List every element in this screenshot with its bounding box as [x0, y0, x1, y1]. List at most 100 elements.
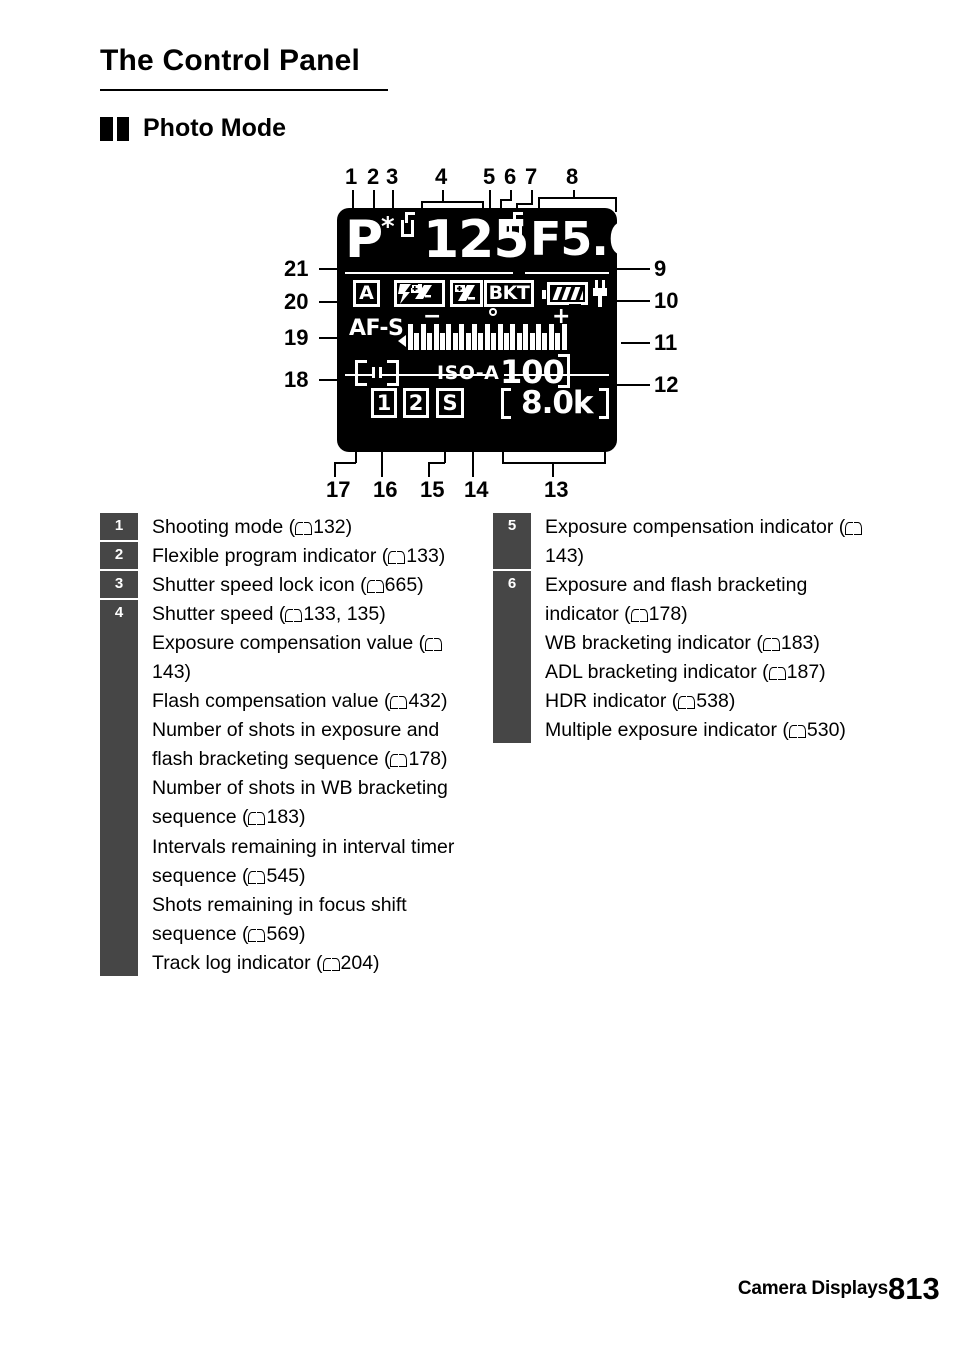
exposure-scale-tick	[478, 333, 484, 350]
leader-13-left	[502, 451, 504, 463]
exposure-scale-tick	[452, 333, 458, 350]
leader-13-bar	[502, 462, 606, 464]
legend-entry-line: WB bracketing indicator (183)	[545, 632, 820, 655]
exposure-scale-tick	[529, 333, 535, 350]
aperture-lock-icon	[509, 212, 523, 237]
exposure-scale-tick	[420, 324, 426, 350]
exposure-scale-tick	[472, 324, 477, 350]
book-reference-icon	[788, 724, 806, 739]
lcd-iso-value: 100	[500, 353, 565, 391]
exposure-scale-tick	[561, 324, 567, 350]
page-title-underline	[100, 89, 388, 91]
exposure-scale-tick	[555, 333, 561, 350]
legend-number-badge: 1	[100, 513, 138, 543]
legend-entry-line: Flexible program indicator (133)	[152, 545, 446, 568]
footer-page-number: 813	[888, 1271, 940, 1306]
exposure-scale-tick	[484, 324, 490, 350]
legend-rows-left: 1 Shooting mode (132) 2 Flexible program in…	[100, 513, 475, 979]
exposure-scale-tick	[491, 333, 497, 350]
battery-icon	[542, 282, 588, 305]
callout-3: 3	[386, 164, 399, 189]
legend-row: 2 Flexible program indicator (133)	[100, 542, 475, 572]
leader-16	[381, 450, 383, 477]
callout-8: 8	[566, 164, 579, 189]
book-reference-icon	[630, 608, 648, 623]
legend-row: 4 Shutter speed (133, 135) Exposure compen…	[100, 600, 475, 979]
leader-11	[621, 342, 650, 344]
lcd-divider-b	[525, 272, 609, 274]
book-reference-icon	[248, 928, 266, 942]
callout-6: 6	[504, 164, 517, 189]
lcd-card-slot-1: 1	[371, 388, 397, 418]
book-reference-icon	[285, 608, 303, 623]
exposure-indicator-scale	[408, 324, 568, 350]
legend-entry-line: Number of shots in exposure and flash br…	[152, 719, 448, 771]
legend-entry-line: Exposure compensation value (143)	[152, 629, 475, 687]
book-reference-icon	[295, 521, 313, 535]
legend-entry-line: Shots remaining in focus shift sequence …	[152, 893, 407, 945]
exposure-scale-tick	[427, 333, 433, 350]
leader-13-right	[604, 451, 606, 463]
legend-column-left: 1 Shooting mode (132) 2 Flexible program in…	[100, 513, 475, 979]
callout-7: 7	[525, 164, 538, 189]
lcd-shooting-mode: P	[345, 210, 383, 270]
section-heading-label: Photo Mode	[143, 114, 287, 142]
book-reference-icon	[322, 957, 340, 971]
book-reference-icon	[390, 753, 408, 768]
legend-entry-line: Track log indicator (204)	[152, 951, 380, 974]
callout-18: 18	[284, 367, 309, 392]
leader-15	[428, 463, 430, 477]
lcd-metering-mode: A	[353, 280, 380, 307]
iso-right-bracket	[558, 354, 570, 388]
legend-entry-text: Shutter speed lock icon (665)	[138, 571, 475, 600]
exposure-scale-tick	[497, 324, 503, 350]
exposure-scale-tick	[408, 324, 413, 350]
callout-12: 12	[654, 372, 679, 397]
book-reference-icon	[845, 521, 863, 535]
exposure-zero-marker	[489, 308, 497, 316]
exposure-scale-tick	[446, 324, 452, 350]
book-reference-icon	[248, 811, 266, 826]
lcd-aperture: F5.6	[530, 212, 617, 266]
book-reference-icon	[768, 666, 786, 681]
callout-4: 4	[435, 164, 448, 189]
callout-20: 20	[284, 289, 309, 314]
lcd-bracketing-indicator: BKT	[484, 280, 534, 307]
book-reference-icon	[390, 695, 408, 710]
lcd-frames-remaining: 8.0k	[521, 385, 594, 421]
exposure-scale-tick	[433, 324, 439, 350]
exposure-scale-tick	[523, 324, 529, 350]
leader-7-bar	[516, 203, 533, 205]
legend-row: 1 Shooting mode (132)	[100, 513, 475, 543]
book-reference-icon	[762, 637, 780, 652]
square-bullet-icon	[100, 116, 129, 141]
leader-7	[531, 190, 533, 204]
callout-14: 14	[464, 477, 489, 502]
book-reference-icon	[425, 637, 443, 652]
lcd-divider-a	[345, 272, 513, 274]
legend-entry-line: Multiple exposure indicator (530)	[545, 719, 846, 742]
legend-entry-text: Shutter speed (133, 135) Exposure compens…	[138, 600, 475, 978]
leader-17-bar	[334, 462, 356, 464]
flash-comp-glyph	[397, 283, 432, 304]
leader-13	[552, 463, 554, 477]
callout-19: 19	[284, 325, 309, 350]
exposure-scale-tick	[510, 324, 516, 350]
callout-17: 17	[326, 477, 351, 502]
control-panel-diagram: 1 2 3 4 5 6 7 8 21 20 19 18 9 10 11 12 1…	[276, 166, 696, 506]
flash-compensation-icon	[394, 280, 445, 307]
legend-entry-line: Flash compensation value (432)	[152, 690, 448, 713]
legend-number-badge: 4	[100, 600, 138, 979]
legend-entry-text: Exposure compensation indicator (143)	[531, 513, 868, 571]
callout-1: 1	[345, 164, 358, 189]
lcd-focus-mode: AF-S	[349, 316, 404, 341]
lcd-image-quality: S	[436, 388, 464, 418]
exposure-scale-bracket	[569, 304, 581, 354]
legend-entry-text: Flexible program indicator (133)	[138, 542, 475, 571]
book-reference-icon	[678, 695, 696, 710]
section-heading: Photo Mode	[100, 114, 286, 143]
callout-13: 13	[544, 477, 569, 502]
legend-entry-line: Intervals remaining in interval timer se…	[152, 835, 455, 887]
power-plug-icon	[593, 280, 607, 307]
lcd-card-slot-2: 2	[403, 388, 429, 418]
